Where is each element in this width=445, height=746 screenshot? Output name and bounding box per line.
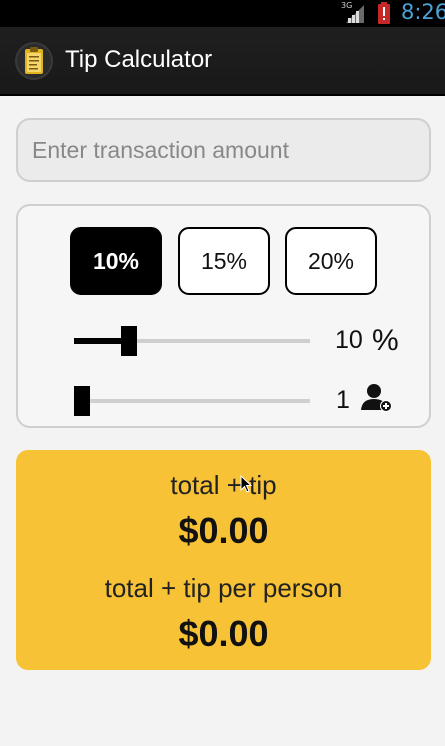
percent-sign: % — [372, 324, 399, 357]
app-title: Tip Calculator — [65, 46, 213, 73]
tip-20-button[interactable]: 20% — [285, 227, 377, 295]
tip-10-button[interactable]: 10% — [70, 227, 162, 295]
amount-placeholder: Enter transaction amount — [32, 136, 289, 163]
tip-percent-value: 10 — [335, 326, 363, 354]
people-count-value: 1 — [336, 386, 350, 414]
total-tip-label: total + tip — [170, 470, 277, 500]
per-person-label: total + tip per person — [104, 573, 343, 603]
transaction-amount-input[interactable]: Enter transaction amount — [16, 118, 431, 182]
results-panel: total + tip $0.00 total + tip per person… — [16, 450, 431, 670]
tip-slider-thumb[interactable] — [121, 326, 138, 356]
people-slider-thumb[interactable] — [74, 386, 90, 416]
action-bar: Tip Calculator — [0, 27, 445, 96]
people-slider-track — [74, 399, 310, 403]
tip-percent-slider[interactable] — [74, 326, 310, 356]
tip-options-panel: 10% 15% 20% 10 % 1 — [16, 204, 431, 428]
tip-slider-fill — [74, 338, 122, 344]
clipboard-icon[interactable] — [14, 41, 54, 81]
status-clock: 8:26 — [401, 0, 445, 24]
signal-icon — [346, 5, 364, 23]
add-person-icon — [361, 384, 392, 412]
tip-15-button[interactable]: 15% — [178, 227, 270, 295]
status-bar: 3G 8:26 — [0, 0, 445, 27]
per-person-value: $0.00 — [178, 613, 269, 654]
battery-alert-icon — [378, 2, 390, 24]
total-tip-value: $0.00 — [178, 510, 269, 551]
split-people-slider[interactable] — [74, 386, 310, 416]
mouse-cursor-icon — [240, 475, 252, 493]
